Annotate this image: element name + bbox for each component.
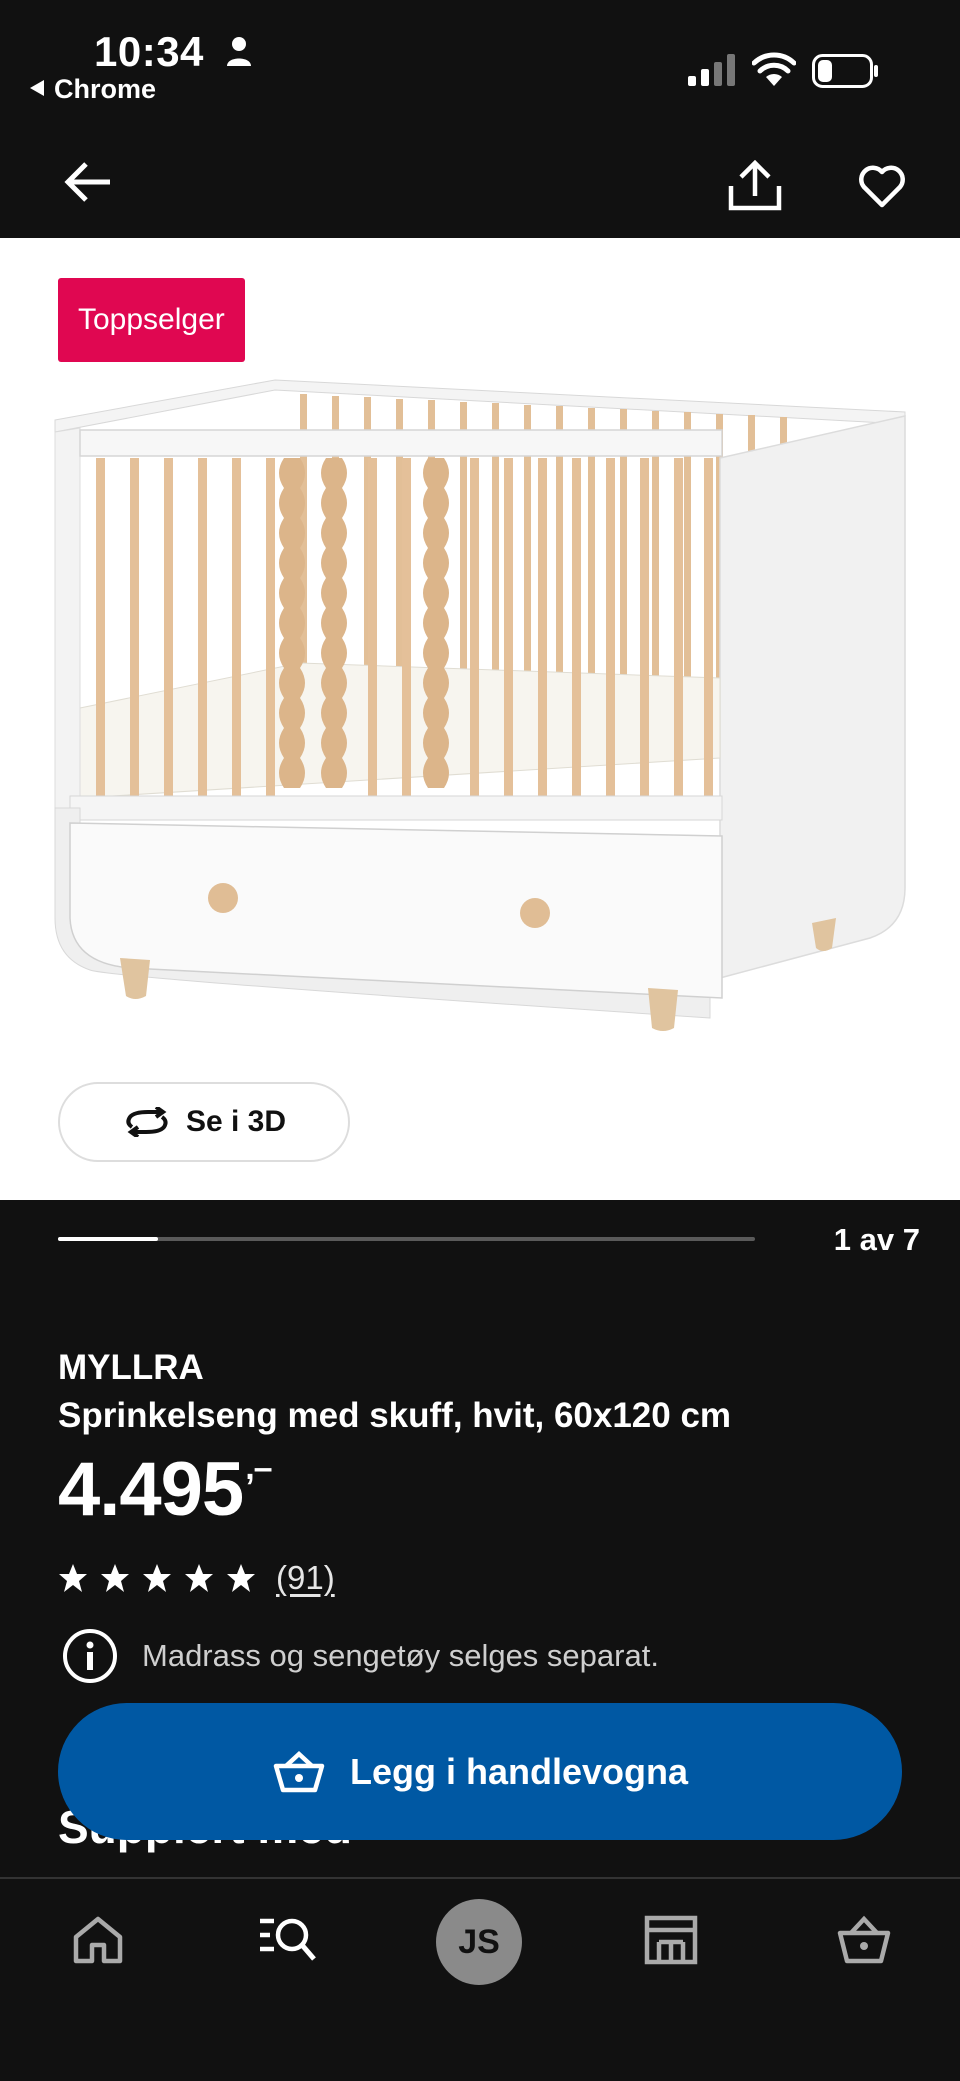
price-value: 4.495 <box>58 1447 244 1532</box>
view-in-3d-button[interactable]: Se i 3D <box>58 1082 350 1162</box>
view-in-3d-label: Se i 3D <box>185 1105 287 1138</box>
product-price: 4.495,– <box>58 1446 273 1533</box>
back-triangle-icon <box>30 80 44 96</box>
person-icon <box>227 37 251 66</box>
gallery-progress-fill <box>58 1237 158 1241</box>
top-seller-badge: Toppselger <box>58 278 245 362</box>
info-note-text: Madrass og sengetøy selges separat. <box>142 1638 659 1673</box>
avatar[interactable]: JS <box>436 1899 522 1985</box>
status-bar: 10:34 Chrome <box>0 0 960 110</box>
crib-product-image <box>54 379 906 1031</box>
product-description: Sprinkelseng med skuff, hvit, 60x120 cm <box>58 1396 732 1435</box>
star-icon <box>59 1564 87 1592</box>
review-count-link[interactable]: (91) <box>276 1559 335 1597</box>
product-rating[interactable]: (91) <box>58 1556 335 1600</box>
price-suffix: ,– <box>245 1449 272 1487</box>
back-to-app-link[interactable]: Chrome <box>30 74 156 105</box>
cart-icon <box>273 1750 325 1792</box>
search-icon[interactable] <box>258 1915 316 1961</box>
bottom-tab-bar: JS <box>0 1877 960 2081</box>
info-note: Madrass og sengetøy selges separat. <box>62 1628 659 1684</box>
arrow-left-icon[interactable] <box>64 160 112 204</box>
back-app-label: Chrome <box>54 74 157 104</box>
wifi-icon <box>752 52 796 86</box>
add-to-cart-button[interactable]: Legg i handlevogna <box>58 1703 902 1840</box>
info-icon <box>63 1629 117 1683</box>
cellular-signal-icon <box>688 54 735 86</box>
cart-icon[interactable] <box>836 1913 892 1965</box>
home-icon[interactable] <box>72 1915 124 1965</box>
star-icon <box>185 1564 213 1592</box>
star-icon <box>101 1564 129 1592</box>
star-icon <box>143 1564 171 1592</box>
status-time: 10:34 <box>94 28 204 75</box>
add-to-cart-label: Legg i handlevogna <box>349 1750 689 1792</box>
star-icon <box>227 1564 255 1592</box>
store-icon[interactable] <box>644 1915 698 1965</box>
rotate-3d-icon <box>126 1107 168 1137</box>
heart-icon[interactable] <box>858 164 906 208</box>
product-brand: MYLLRA <box>58 1348 204 1387</box>
top-navigation <box>0 110 960 238</box>
battery-icon <box>812 54 878 88</box>
gallery-progress-bar <box>58 1237 755 1241</box>
gallery-counter: 1 av 7 <box>833 1222 920 1257</box>
share-icon[interactable] <box>728 160 782 212</box>
product-image-gallery[interactable]: Toppselger Se i 3D <box>0 238 960 1200</box>
